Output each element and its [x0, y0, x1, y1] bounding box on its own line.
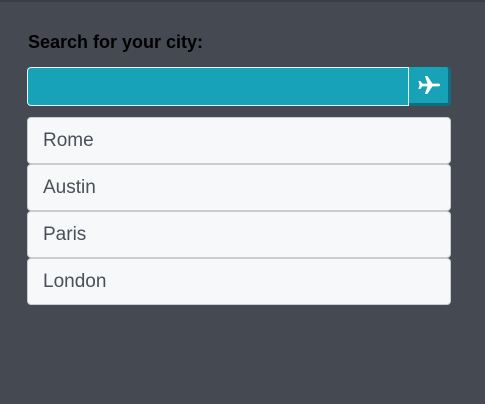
- search-button[interactable]: [409, 67, 451, 106]
- search-bar: [27, 67, 451, 106]
- city-item-paris[interactable]: Paris: [27, 211, 451, 258]
- city-item-london[interactable]: London: [27, 258, 451, 305]
- city-results-list: Rome Austin Paris London: [27, 117, 451, 305]
- city-search-input[interactable]: [27, 67, 409, 106]
- airplane-icon: [417, 73, 441, 97]
- city-item-rome[interactable]: Rome: [27, 117, 451, 164]
- top-border: [0, 0, 485, 2]
- search-heading: Search for your city:: [28, 32, 204, 52]
- city-item-austin[interactable]: Austin: [27, 164, 451, 211]
